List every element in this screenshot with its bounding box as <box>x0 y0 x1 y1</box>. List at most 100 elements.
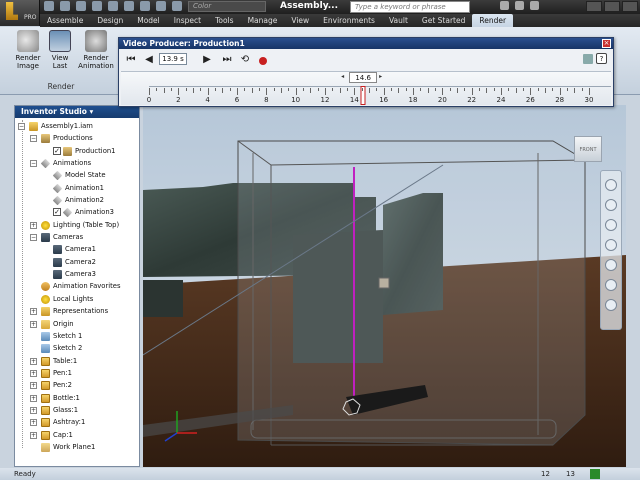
tree-item-lighting-table-top[interactable]: + Lighting (Table Top) <box>15 219 139 231</box>
tab-model[interactable]: Model <box>130 14 167 27</box>
undo-icon[interactable] <box>92 1 102 11</box>
expand-icon[interactable]: + <box>30 431 37 439</box>
color-override-dropdown[interactable]: Color <box>188 1 266 12</box>
select-icon[interactable] <box>172 1 182 11</box>
help-icon[interactable] <box>530 1 539 10</box>
redo-icon[interactable] <box>108 1 118 11</box>
tab-tools[interactable]: Tools <box>208 14 240 27</box>
tree-item-origin[interactable]: + Origin <box>15 318 139 330</box>
expand-icon[interactable]: + <box>30 320 37 328</box>
tree-item-local-lights[interactable]: Local Lights <box>15 293 139 305</box>
tree-item-camera3[interactable]: Camera3 <box>15 268 139 280</box>
new-icon[interactable] <box>44 1 54 11</box>
tree-item-pen-1[interactable]: + Pen:1 <box>15 367 139 379</box>
help-icon[interactable]: ? <box>596 53 607 64</box>
timebox-right-arrow-icon[interactable]: ▸ <box>379 73 382 80</box>
tree-item-animation-favorites[interactable]: Animation Favorites <box>15 280 139 292</box>
star-icon[interactable] <box>515 1 524 10</box>
tree-item-animation3[interactable]: ✓ Animation3 <box>15 206 139 218</box>
tab-assemble[interactable]: Assemble <box>40 14 90 27</box>
steering-wheel-icon[interactable] <box>605 179 617 191</box>
play-icon[interactable]: ▶ <box>201 54 213 66</box>
tree-item-table-1[interactable]: + Table:1 <box>15 355 139 367</box>
browser-title[interactable]: Inventor Studio ▾ <box>15 106 139 118</box>
tree-item-representations[interactable]: + Representations <box>15 305 139 317</box>
expand-icon[interactable]: + <box>30 369 37 377</box>
tree-item-cameras[interactable]: − Cameras <box>15 231 139 243</box>
maximize-button[interactable] <box>604 1 620 12</box>
orbit-icon[interactable] <box>605 239 617 251</box>
close-icon[interactable]: × <box>602 39 611 48</box>
tree-item-glass-1[interactable]: + Glass:1 <box>15 404 139 416</box>
expand-icon[interactable]: + <box>30 419 37 427</box>
render-image-button[interactable]: Render Image <box>10 30 46 80</box>
current-time-box[interactable]: 14.6 <box>349 72 378 83</box>
tree-item-work-plane1[interactable]: Work Plane1 <box>15 441 139 453</box>
tree-item-animation2[interactable]: Animation2 <box>15 194 139 206</box>
tab-vault[interactable]: Vault <box>382 14 415 27</box>
go-to-start-icon[interactable]: ⏮ <box>125 54 137 66</box>
render-animation-button[interactable]: Render Animation <box>76 30 116 80</box>
help-search-input[interactable]: Type a keyword or phrase <box>350 1 470 13</box>
tree-item-production1[interactable]: ✓ Production1 <box>15 145 139 157</box>
home-icon[interactable] <box>124 1 134 11</box>
tab-view[interactable]: View <box>284 14 316 27</box>
nav-options-icon[interactable] <box>605 299 617 311</box>
minimize-button[interactable] <box>586 1 602 12</box>
tree-item-pen-2[interactable]: + Pen:2 <box>15 379 139 391</box>
go-to-end-icon[interactable]: ⏭ <box>221 54 233 66</box>
expand-icon[interactable]: + <box>30 394 37 402</box>
view-last-button[interactable]: View Last <box>42 30 78 80</box>
tab-manage[interactable]: Manage <box>241 14 285 27</box>
zoom-all-icon[interactable] <box>605 279 617 291</box>
collapse-icon[interactable]: − <box>30 234 37 242</box>
update-icon[interactable] <box>156 1 166 11</box>
pan-icon[interactable] <box>605 199 617 211</box>
tree-item-cap-1[interactable]: + Cap:1 <box>15 429 139 441</box>
look-at-icon[interactable] <box>605 259 617 271</box>
print-icon[interactable] <box>140 1 150 11</box>
tab-inspect[interactable]: Inspect <box>167 14 208 27</box>
collapse-icon[interactable]: − <box>18 123 25 130</box>
tree-item-animation1[interactable]: Animation1 <box>15 182 139 194</box>
tab-design[interactable]: Design <box>90 14 130 27</box>
save-icon[interactable] <box>76 1 86 11</box>
loop-icon[interactable]: ⟲ <box>239 54 251 66</box>
close-window-button[interactable] <box>622 1 638 12</box>
tab-render[interactable]: Render <box>472 14 514 27</box>
timeline[interactable]: ◂ 14.6 ▸ 0 2 4 6 8 10 12 14 16 18 20 22 24 26 28 30 <box>121 71 611 105</box>
tree-item-bottle-1[interactable]: + Bottle:1 <box>15 392 139 404</box>
expand-icon[interactable]: + <box>30 406 37 414</box>
viewcube[interactable]: FRONT <box>574 136 602 162</box>
record-icon[interactable] <box>259 57 267 65</box>
tree-item-sketch-1[interactable]: Sketch 1 <box>15 330 139 342</box>
tree-item-camera2[interactable]: Camera2 <box>15 256 139 268</box>
tab-get-started[interactable]: Get Started <box>415 14 472 27</box>
binoculars-icon[interactable] <box>500 1 509 10</box>
collapse-icon[interactable]: − <box>30 160 37 168</box>
timebox-left-arrow-icon[interactable]: ◂ <box>341 73 344 80</box>
tree-item-animations[interactable]: − Animations <box>15 157 139 169</box>
expand-icon[interactable]: + <box>30 221 37 229</box>
checkbox[interactable]: ✓ <box>53 146 61 155</box>
checkbox[interactable]: ✓ <box>53 208 61 217</box>
open-icon[interactable] <box>60 1 70 11</box>
tree-item-sketch-2[interactable]: Sketch 2 <box>15 342 139 354</box>
zoom-icon[interactable] <box>605 219 617 231</box>
expand-icon[interactable]: + <box>30 308 37 316</box>
options-icon[interactable] <box>583 54 593 64</box>
tree-item-model-state[interactable]: Model State <box>15 169 139 181</box>
step-back-icon[interactable]: ◀ <box>143 54 155 66</box>
graphics-viewport[interactable] <box>143 105 626 467</box>
tree-item-productions[interactable]: − Productions <box>15 132 139 144</box>
tree-item-camera1[interactable]: Camera1 <box>15 243 139 255</box>
tab-environments[interactable]: Environments <box>316 14 382 27</box>
application-menu-button[interactable]: PRO <box>0 0 40 26</box>
tree-item-assembly1-iam[interactable]: − Assembly1.iam <box>15 120 139 132</box>
collapse-icon[interactable]: − <box>30 135 37 143</box>
expand-icon[interactable]: + <box>30 382 37 390</box>
time-field[interactable]: 13.9 s <box>159 53 187 65</box>
video-producer-title[interactable]: Video Producer: Production1 <box>119 38 613 49</box>
tree-item-ashtray-1[interactable]: + Ashtray:1 <box>15 416 139 428</box>
expand-icon[interactable]: + <box>30 357 37 365</box>
